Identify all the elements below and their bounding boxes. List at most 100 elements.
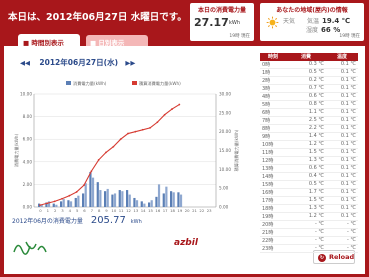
y-tick-label: 0.00 [23,205,33,210]
today-usage-unit: kWh [229,20,241,26]
table-row: 18時 1.3 ℃ 0.1 ℃ [260,204,358,213]
table-row: 8時 2.2 ℃ 0.1 ℃ [260,124,358,133]
x-tick-label: 16 [155,208,160,213]
cumulative-point [46,202,49,205]
legend-label-line: 積算消費電力量(kWh) [139,80,181,87]
next-day-button[interactable]: ▶▶ [125,59,135,67]
table-row: 4時 0.6 ℃ 0.1 ℃ [260,92,358,101]
y2-tick-label: 10.00 [219,167,231,172]
bar [89,171,92,207]
bar [62,199,65,207]
table-row: 3時 0.7 ℃ 0.1 ℃ [260,84,358,93]
x-tick-label: 4 [69,208,72,213]
table-row: 15時 0.5 ℃ 0.1 ℃ [260,180,358,189]
table-row: 5時 0.8 ℃ 0.1 ℃ [260,100,358,109]
x-tick-label: 19 [177,208,182,213]
weather-label: 天気 [283,18,296,25]
room-info-time: 19時 現在 [339,34,360,39]
x-tick-label: 20 [185,208,190,213]
cumulative-point [83,184,85,187]
table-cell: 15時 [260,180,286,189]
bar [77,195,80,207]
table-cell: - ℃ [286,244,326,253]
cumulative-point [127,132,129,135]
legend-label-bar: 消費電力量(kWh) [73,80,107,87]
bar [148,202,151,207]
table-row: 1時 0.5 ℃ 0.1 ℃ [260,68,358,77]
table-row: 10時 1.2 ℃ 0.1 ℃ [260,140,358,149]
table-cell: 0.1 ℃ [326,188,358,197]
y-axis-label: 消費電力量(kWh) [13,133,20,167]
bar [133,197,136,207]
table-cell: 6時 [260,108,286,117]
table-cell: 7時 [260,116,286,125]
x-tick-label: 18 [170,208,175,213]
x-tick-label: 5 [76,208,79,213]
bar [60,201,63,207]
table-cell: 0.1 ℃ [326,92,358,101]
y-tick-label: 2.00 [23,182,33,187]
reload-icon: ↻ [318,254,326,262]
table-cell: 1.1 ℃ [286,108,326,117]
bar [135,200,139,207]
x-tick-label: 21 [192,208,197,213]
cumulative-point [171,108,173,110]
bar [96,182,99,207]
table-cell: 2.5 ℃ [286,116,326,125]
x-tick-label: 3 [61,208,64,213]
table-row: 12時 1.3 ℃ 0.1 ℃ [260,156,358,165]
temp-value: 19.4 ℃ [321,17,351,25]
table-cell: 0.1 ℃ [326,204,358,213]
room-info-panel: あなたの地域(屋内)の情報 天気 気温 19.4 ℃ 湿度 66 % 19時 現在 [260,3,364,41]
y-tick-label: 6.00 [23,137,33,142]
table-header: 温度 [326,53,358,61]
table-cell: - ℃ [286,220,326,229]
bar [128,194,131,207]
bar [111,194,114,207]
prev-day-button[interactable]: ◀◀ [20,59,30,67]
table-cell: - ℃ [286,228,326,237]
cumulative-point [141,128,144,131]
table-row: 0時 0.3 ℃ 0.1 ℃ [260,60,358,69]
table-cell: 0.5 ℃ [286,180,326,189]
x-tick-label: 0 [39,208,42,213]
bar [113,193,117,207]
bar [177,192,180,207]
x-tick-label: 2 [54,208,57,213]
table-cell: 0.8 ℃ [286,100,326,109]
bar [150,200,153,207]
table-cell: 23時 [260,244,286,253]
y-tick-label: 8.00 [23,114,33,119]
table-cell: 17時 [260,196,286,205]
monthly-total-value: 205.77 [90,215,126,226]
table-cell: 1.3 ℃ [286,156,326,165]
sun-icon [266,16,279,29]
reload-label: Reload [329,253,355,261]
table-cell: 0.1 ℃ [326,172,358,181]
current-date: 2012年06月27日(水) [39,58,118,67]
table-cell: 1.3 ℃ [286,204,326,213]
bar [67,200,70,207]
table-cell: 2.2 ℃ [286,124,326,133]
x-tick-label: 22 [199,208,204,213]
table-cell: 5時 [260,100,286,109]
bar [74,197,77,207]
page-title: 本日は、2012年06月27日 水曜日です。 [8,12,187,23]
table-cell: 0.1 ℃ [326,140,358,149]
weather-row: 天気 気温 19.4 ℃ [283,16,350,25]
x-tick-label: 23 [207,208,212,213]
cumulative-point [119,138,122,141]
y2-axis-label: 積算消費電力量(kWh) [233,129,240,171]
bar [69,201,73,207]
table-cell: 1.4 ℃ [286,132,326,141]
table-cell: 0時 [260,60,286,69]
table-cell: 1.5 ℃ [286,196,326,205]
table-cell: - ℃ [326,236,358,245]
bar [165,186,168,207]
table-cell: 4時 [260,92,286,101]
signature-logo [13,241,47,255]
table-cell: 0.7 ℃ [286,84,326,93]
x-tick-label: 11 [119,208,124,213]
x-tick-label: 17 [163,208,168,213]
table-cell: 0.1 ℃ [326,164,358,173]
